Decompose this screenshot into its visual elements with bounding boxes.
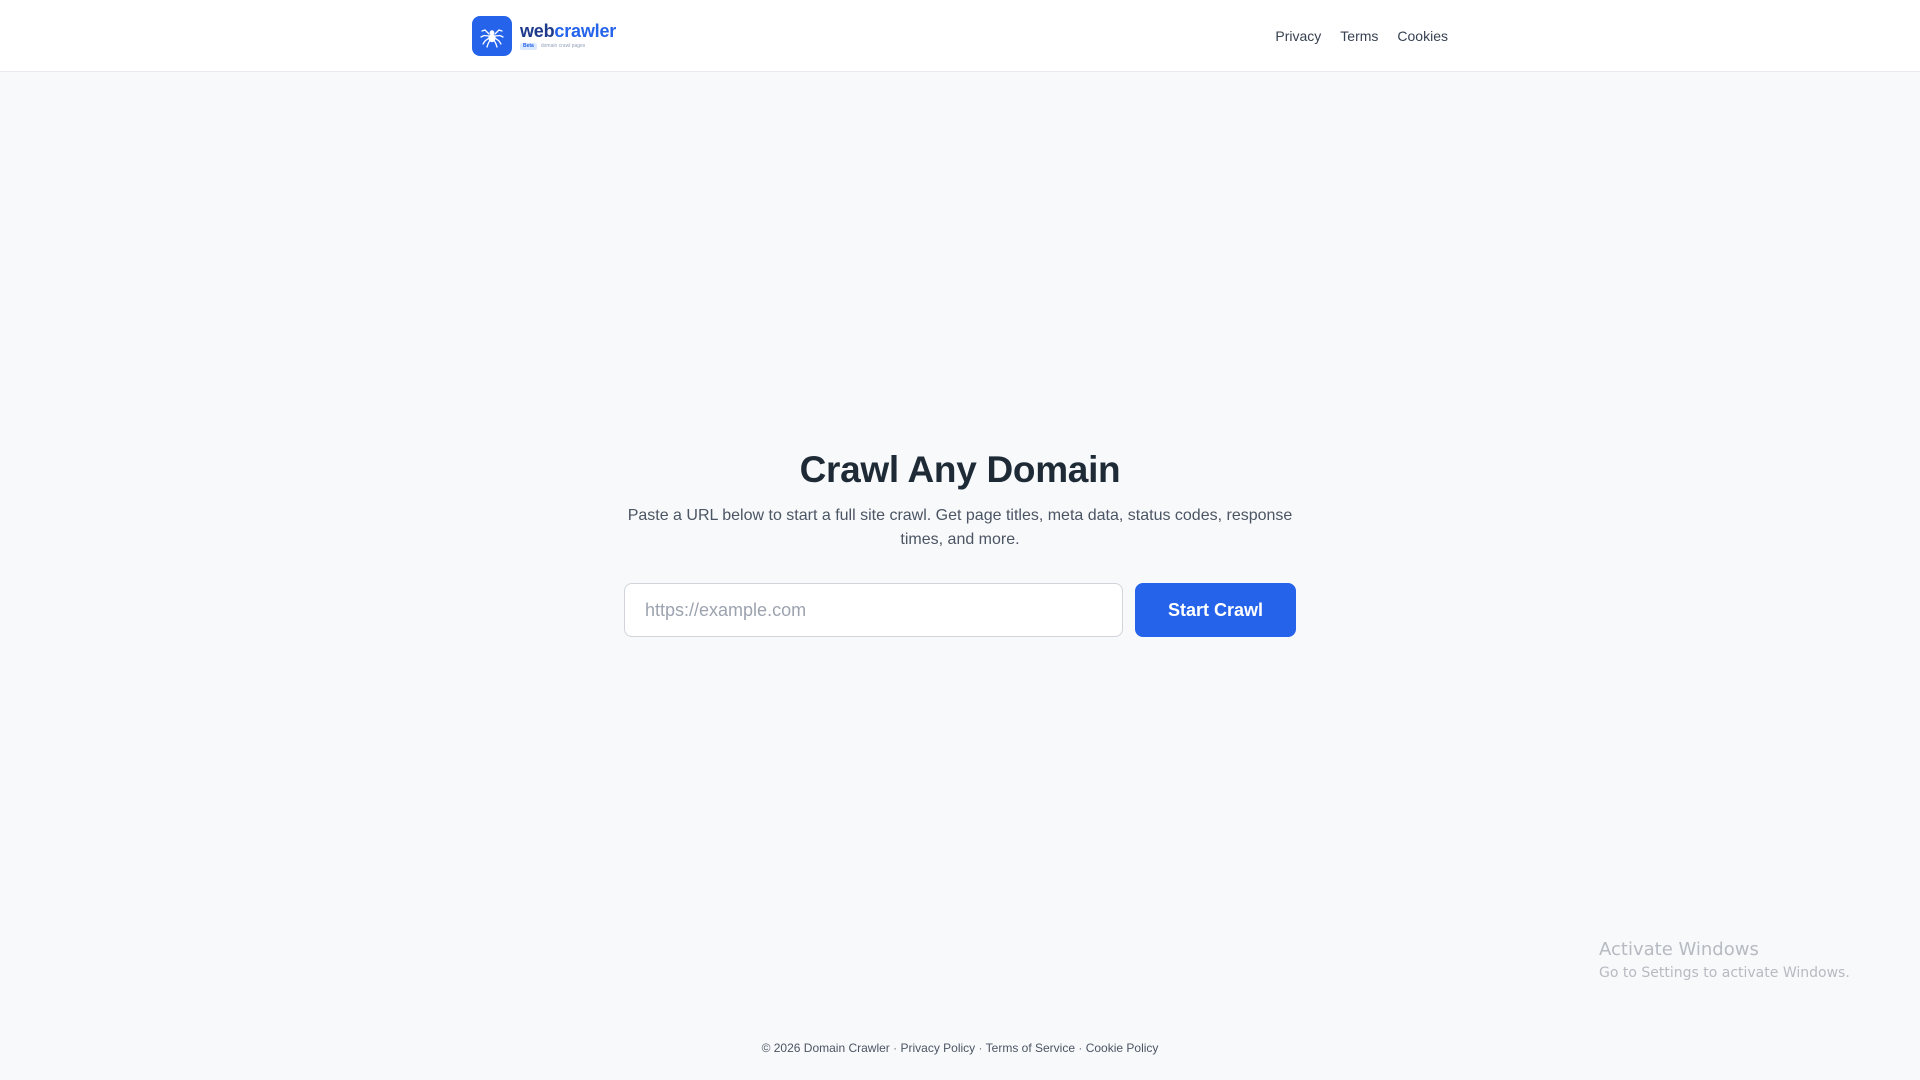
hero-description: Paste a URL below to start a full site c… [627,507,1293,548]
logo-badge [472,16,512,56]
footer-copyright: © 2026 Domain Crawler [761,1041,890,1055]
footer-link-cookie-policy[interactable]: Cookie Policy [1086,1041,1159,1055]
watermark-subtitle: Go to Settings to activate Windows. [1599,965,1850,981]
brand-text: webcrawler Beta domain crawl pages [520,22,616,50]
crawl-form: Start Crawl [624,583,1296,637]
nav-link-cookies[interactable]: Cookies [1397,28,1448,44]
footer-separator: · [893,1041,898,1055]
footer-link-terms-of-service[interactable]: Terms of Service [986,1041,1075,1055]
footer-separator: · [1078,1041,1083,1055]
activate-windows-watermark: Activate Windows Go to Settings to activ… [1599,938,1850,982]
brand-tagline: domain crawl pages [540,43,586,49]
beta-badge: Beta [520,43,537,50]
spider-icon [480,29,504,48]
url-input[interactable] [624,583,1123,637]
start-crawl-button[interactable]: Start Crawl [1135,583,1296,637]
footer-separator: · [978,1041,983,1055]
hero-section: Crawl Any Domain Paste a URL below to st… [0,448,1920,552]
brand-sub: Beta domain crawl pages [520,43,616,50]
brand-name-part2: crawler [554,21,617,41]
page: webcrawler Beta domain crawl pages Priva… [0,0,1920,1080]
footer-link-privacy-policy[interactable]: Privacy Policy [901,1041,976,1055]
brand-name: webcrawler [520,22,616,40]
watermark-title: Activate Windows [1599,939,1759,960]
brand-logo-link[interactable]: webcrawler Beta domain crawl pages [472,16,616,56]
site-footer: © 2026 Domain Crawler · Privacy Policy ·… [0,1040,1920,1056]
nav-link-terms[interactable]: Terms [1340,28,1378,44]
header-inner: webcrawler Beta domain crawl pages Priva… [472,0,1448,72]
nav-link-privacy[interactable]: Privacy [1275,28,1321,44]
site-header: webcrawler Beta domain crawl pages Priva… [0,0,1920,72]
brand-name-part1: web [520,21,555,41]
header-nav: Privacy Terms Cookies [1275,28,1448,44]
page-title: Crawl Any Domain [799,449,1121,490]
